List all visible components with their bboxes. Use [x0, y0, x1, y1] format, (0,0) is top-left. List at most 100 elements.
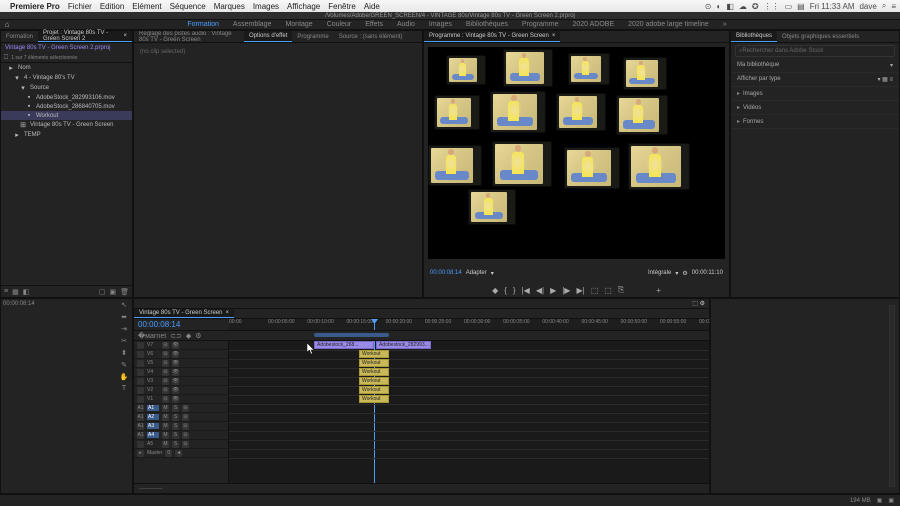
- sequence-tab[interactable]: Vintage 80s TV - Green Screen×: [134, 309, 234, 318]
- slip-tool-icon[interactable]: ⬍: [121, 349, 127, 357]
- user[interactable]: dave: [859, 2, 876, 11]
- video-track-header[interactable]: V6⊟👁: [134, 350, 228, 359]
- new-item-icon[interactable]: ▣: [109, 288, 116, 296]
- video-track-header[interactable]: V2⊟👁: [134, 386, 228, 395]
- chevron-down-icon[interactable]: ▾: [491, 270, 494, 277]
- master-track-header[interactable]: ▸Master0◄: [134, 449, 228, 458]
- workspace-tab[interactable]: Bibliothèques: [466, 21, 508, 28]
- project-bin-item[interactable]: ▾Source: [1, 83, 132, 93]
- library-search-input[interactable]: ⌕ Rechercher dans Adobe Stock: [735, 45, 895, 57]
- my-library-dropdown[interactable]: Ma bibliothèque ▾: [731, 59, 899, 73]
- video-track-header[interactable]: V7⊟👁: [134, 341, 228, 350]
- timeline-track-area[interactable]: Adobestock_268...Adobestock_282993...Wor…: [229, 341, 709, 483]
- status-icon[interactable]: ▣: [888, 497, 894, 504]
- mute-icon[interactable]: M: [162, 441, 169, 448]
- project-bin-item[interactable]: ▪AdobeStock_286840705.mov: [1, 102, 132, 111]
- tab-effect-controls[interactable]: Options d'effet: [244, 31, 292, 42]
- workspace-overflow-icon[interactable]: »: [723, 21, 727, 28]
- settings-icon[interactable]: ⚙: [682, 270, 687, 277]
- mark-in-icon[interactable]: {: [504, 286, 507, 295]
- status-icon[interactable]: ✪: [752, 2, 759, 11]
- source-patch[interactable]: [137, 351, 144, 358]
- menu-graphics[interactable]: Images: [253, 2, 279, 11]
- icon-view-icon[interactable]: ▦: [12, 288, 19, 296]
- timeline-clip[interactable]: Workout: [359, 377, 389, 385]
- project-bin-item[interactable]: ⊞Vintage 80s TV - Green Screen: [1, 120, 132, 130]
- menu-file[interactable]: Fichier: [68, 2, 92, 11]
- close-icon[interactable]: ×: [226, 310, 230, 316]
- tab-audio-mixer[interactable]: Réglage des pistes audio : Vintage 80s T…: [134, 31, 244, 42]
- pen-tool-icon[interactable]: ✎: [121, 361, 127, 369]
- tab-program[interactable]: Programme: [292, 31, 333, 42]
- lift-icon[interactable]: ⬚: [591, 286, 599, 295]
- search-icon[interactable]: ⎕: [4, 54, 8, 62]
- source-patch[interactable]: A1: [137, 414, 144, 421]
- menu-edit[interactable]: Edition: [100, 2, 124, 11]
- freeform-view-icon[interactable]: ◧: [23, 288, 30, 296]
- audio-track-header[interactable]: A1A1MS⊟: [134, 404, 228, 413]
- menu-help[interactable]: Aide: [364, 2, 380, 11]
- source-patch[interactable]: A1: [137, 432, 144, 439]
- timeline-ruler[interactable]: 00:0000:00:05:0000:00:10:0000:00:15:0000…: [229, 319, 709, 330]
- project-bin-item[interactable]: ▾4 - Vintage 80's TV: [1, 73, 132, 83]
- status-icon[interactable]: ⊙: [705, 2, 712, 11]
- source-patch[interactable]: [137, 387, 144, 394]
- mute-icon[interactable]: M: [162, 405, 169, 412]
- menu-sequence[interactable]: Séquence: [170, 2, 206, 11]
- go-to-in-icon[interactable]: |◀: [522, 286, 530, 295]
- video-track-header[interactable]: V4⊟👁: [134, 368, 228, 377]
- track-visibility-icon[interactable]: 👁: [172, 387, 179, 394]
- flag-icon[interactable]: ▤: [797, 2, 805, 11]
- wifi-icon[interactable]: ⋮⋮: [764, 2, 780, 11]
- source-patch[interactable]: [137, 342, 144, 349]
- zoom-slider[interactable]: ◦─────◦: [138, 486, 164, 492]
- app-name[interactable]: Premiere Pro: [10, 2, 60, 11]
- source-patch[interactable]: [137, 378, 144, 385]
- track-lock-icon[interactable]: ⊟: [182, 432, 189, 439]
- workspace-tab[interactable]: Montage: [285, 21, 312, 28]
- workspace-tab[interactable]: Programme: [522, 21, 559, 28]
- track-lock-icon[interactable]: ⊟: [162, 378, 169, 385]
- extract-icon[interactable]: ⬚: [604, 286, 612, 295]
- status-icon[interactable]: ◐: [716, 2, 721, 11]
- workspace-tab[interactable]: Assemblage: [233, 21, 272, 28]
- new-bin-icon[interactable]: ▢: [99, 288, 106, 296]
- workspace-tab[interactable]: Formation: [187, 21, 219, 28]
- menu-icon[interactable]: ≡: [891, 2, 896, 11]
- chevron-down-icon[interactable]: ▾: [675, 270, 678, 277]
- program-timecode-left[interactable]: 00:00:08:14: [430, 270, 462, 276]
- go-to-out-icon[interactable]: ▶|: [576, 286, 584, 295]
- mark-out-icon[interactable]: }: [513, 286, 516, 295]
- export-frame-icon[interactable]: ⎘: [618, 285, 624, 295]
- track-lock-icon[interactable]: ⊟: [162, 360, 169, 367]
- timeline-clip[interactable]: Adobestock_282993...: [376, 341, 431, 349]
- menu-markers[interactable]: Marques: [214, 2, 245, 11]
- solo-icon[interactable]: S: [172, 441, 179, 448]
- audio-track-header[interactable]: A5MS⊟: [134, 440, 228, 449]
- workspace-tab[interactable]: 2020 ADOBE: [572, 21, 614, 28]
- timeline-clip[interactable]: Workout: [359, 359, 389, 367]
- source-patch[interactable]: [137, 369, 144, 376]
- source-patch[interactable]: A1: [137, 405, 144, 412]
- video-track-header[interactable]: V1⊟👁: [134, 395, 228, 404]
- ripple-tool-icon[interactable]: ⇥: [121, 325, 127, 333]
- status-icon[interactable]: ☁: [739, 2, 747, 11]
- timeline-clip[interactable]: Adobestock_268...: [314, 341, 374, 349]
- timeline-timecode[interactable]: 00:00:08:14: [138, 320, 180, 329]
- workspace-tab[interactable]: Images: [429, 21, 452, 28]
- audio-track-header[interactable]: A1A3MS⊟: [134, 422, 228, 431]
- track-lock-icon[interactable]: ⊟: [162, 351, 169, 358]
- tab-essential-graphics[interactable]: Objets graphiques essentiels: [777, 31, 864, 42]
- lib-section-videos[interactable]: ▸Vidéos: [731, 101, 899, 115]
- work-area-bar[interactable]: [314, 333, 389, 337]
- menu-clip[interactable]: Elément: [132, 2, 161, 11]
- track-lock-icon[interactable]: ⊟: [162, 369, 169, 376]
- timeline-clip[interactable]: Workout: [359, 350, 389, 358]
- lib-section-images[interactable]: ▸Images: [731, 87, 899, 101]
- type-tool-icon[interactable]: T: [122, 385, 126, 392]
- audio-track-header[interactable]: A1A4MS⊟: [134, 431, 228, 440]
- track-visibility-icon[interactable]: 👁: [172, 360, 179, 367]
- tab-libraries[interactable]: Bibliothèques: [731, 31, 777, 42]
- project-tab-project[interactable]: Projet : Vintage 80s TV - Green Screen 2…: [38, 31, 132, 42]
- snap-icon[interactable]: �магnet: [138, 332, 166, 340]
